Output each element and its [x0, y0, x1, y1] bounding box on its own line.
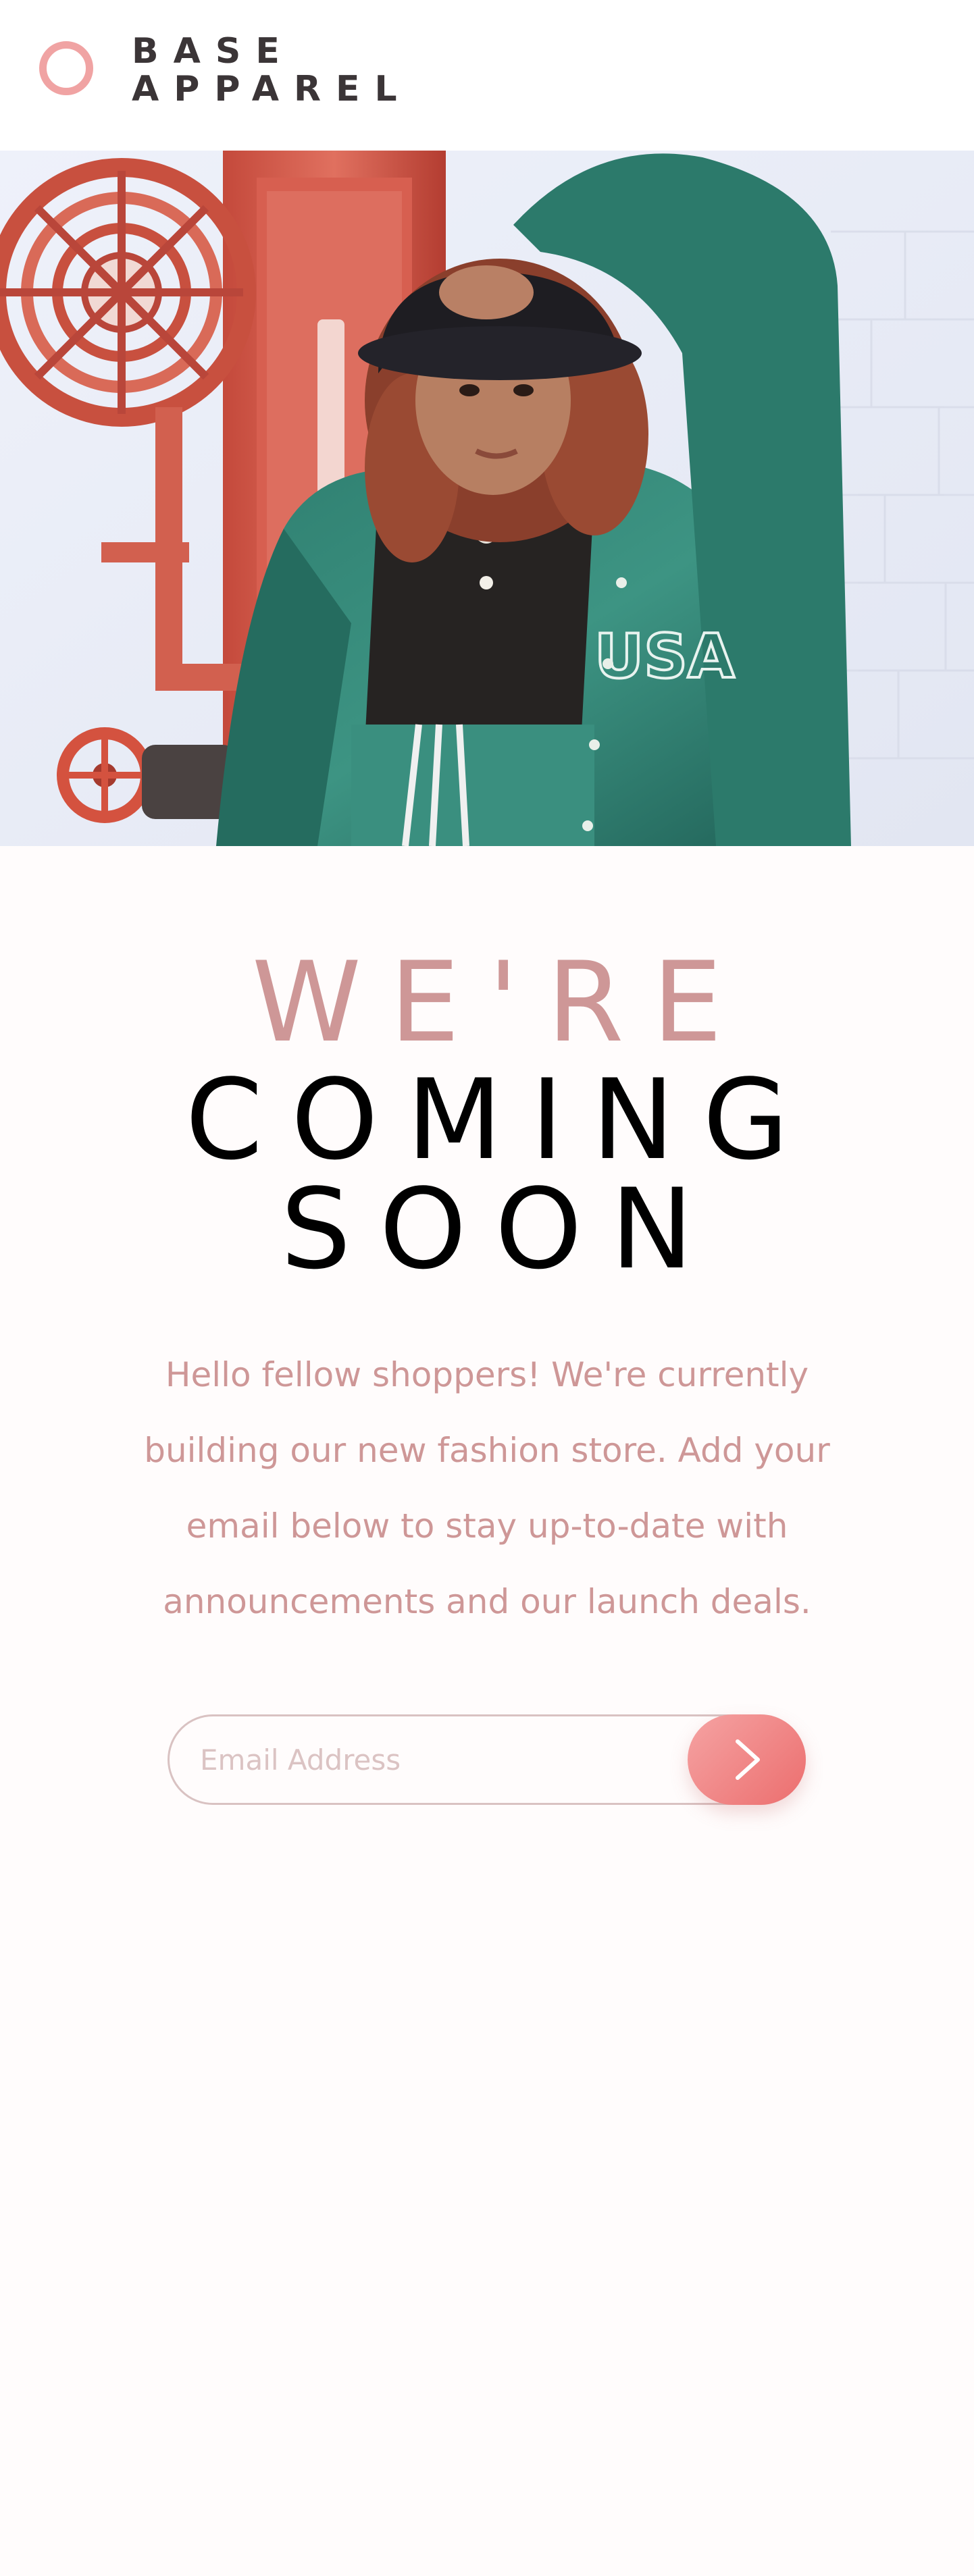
- logo-ring-icon: [39, 41, 93, 95]
- logo-wordmark[interactable]: BASE APPAREL: [132, 32, 412, 108]
- intro-description: Hello fellow shoppers! We're currently b…: [144, 1355, 830, 1621]
- hero-image: USA: [0, 151, 974, 846]
- svg-text:USA: USA: [594, 621, 735, 692]
- email-signup-form: [168, 1714, 806, 1805]
- heading-were: WE'RE: [251, 938, 751, 1067]
- logo-line-2: APPAREL: [132, 69, 412, 109]
- submit-button[interactable]: [688, 1714, 806, 1805]
- heading-coming: COMING: [185, 1055, 817, 1184]
- site-header: BASE APPAREL: [0, 0, 974, 151]
- heading-soon: SOON: [280, 1165, 722, 1294]
- logo-line-1: BASE: [132, 31, 294, 72]
- arrow-right-icon: [736, 1739, 760, 1780]
